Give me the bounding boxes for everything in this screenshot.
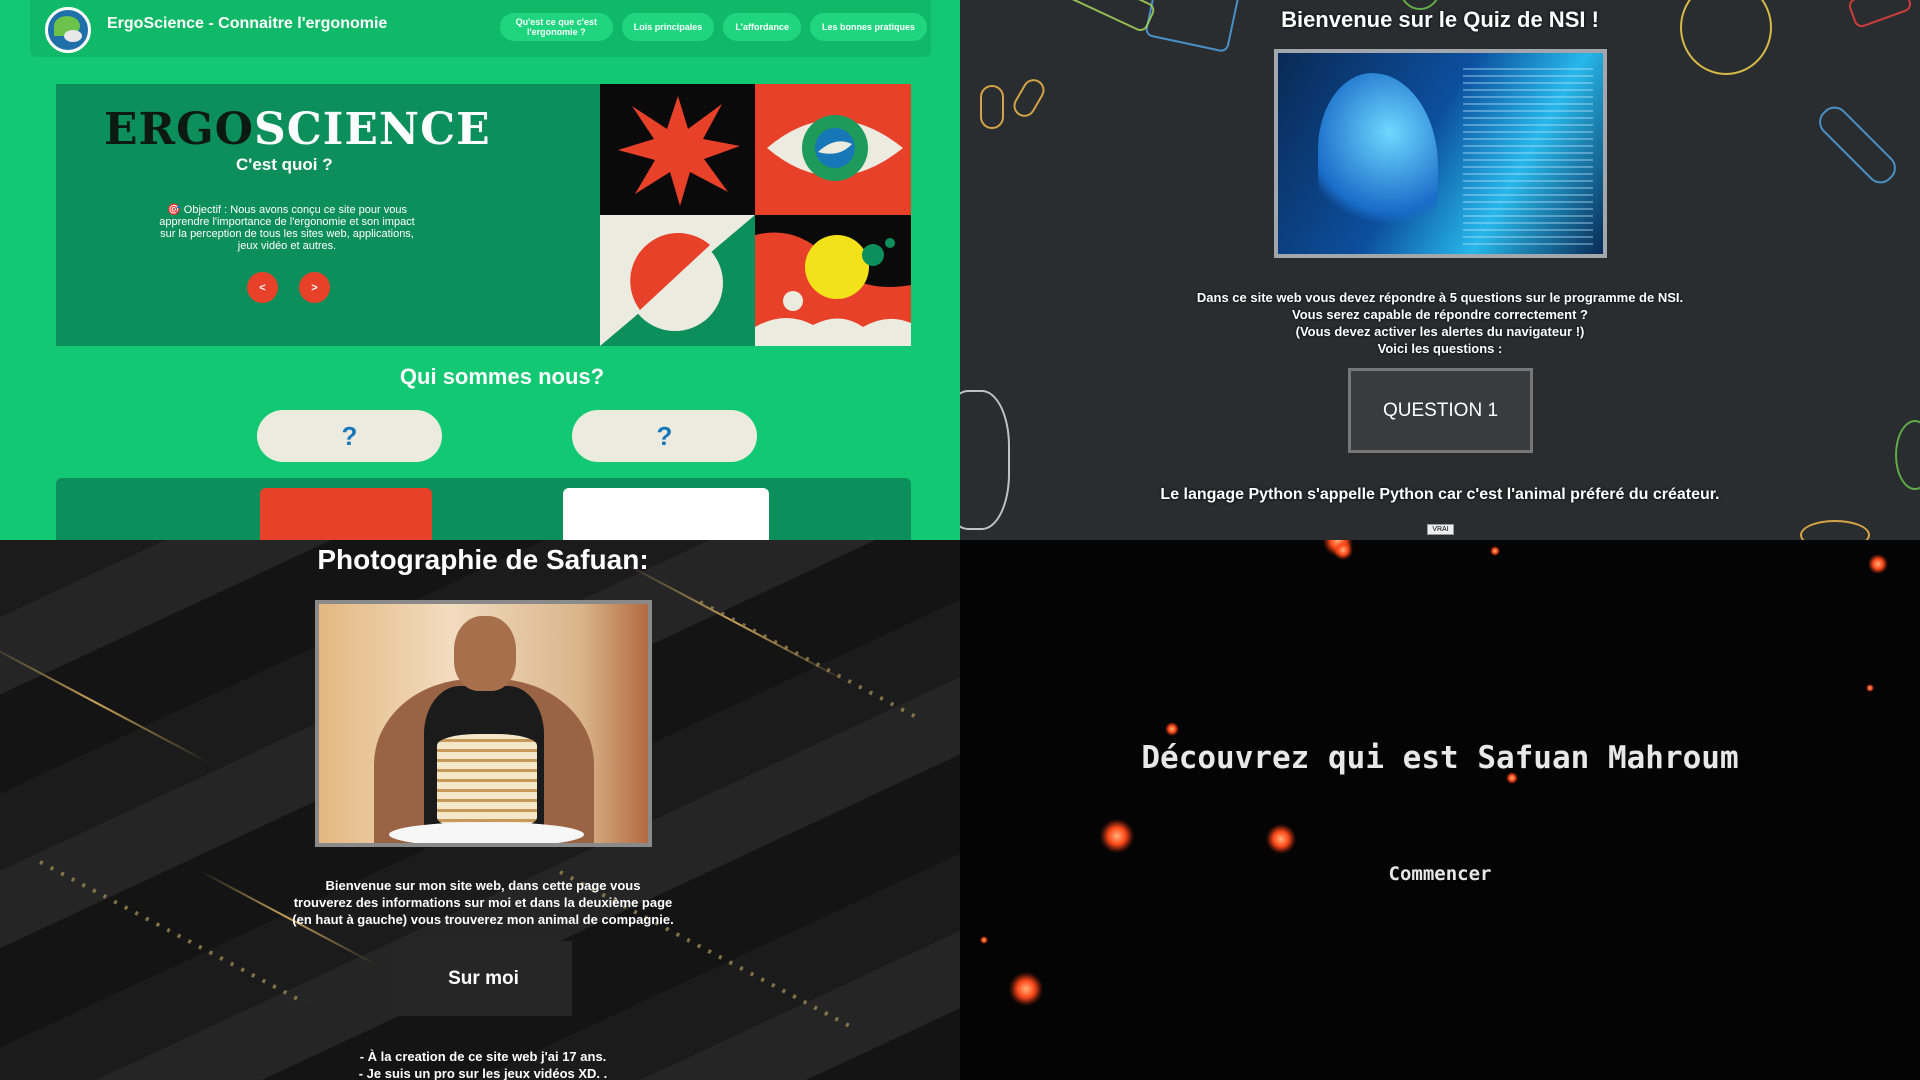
nav-link-lois[interactable]: Lois principales [621, 13, 715, 41]
site-title[interactable]: ErgoScience - Connaitre l'ergonomie [107, 15, 387, 33]
ergoscience-page: ErgoScience - Connaitre l'ergonomie Qu'e… [0, 0, 960, 540]
member-button-1[interactable]: ? [257, 410, 442, 462]
facts-list: - À la creation de ce site web j'ai 17 a… [358, 1049, 608, 1080]
nav-links: Qu'est ce que c'est l'ergonomie ? Lois p… [499, 13, 927, 41]
carousel-prev-button[interactable]: < [247, 272, 278, 303]
carousel-next-button[interactable]: > [299, 272, 330, 303]
question-text: Le langage Python s'appelle Python car c… [1160, 486, 1720, 503]
nav-link-bonnes-pratiques[interactable]: Les bonnes pratiques [809, 13, 927, 41]
hero-subtitle: C'est quoi ? [236, 155, 333, 174]
ai-face-image [1274, 49, 1607, 258]
about-me-button[interactable]: Sur moi [395, 941, 572, 1016]
member-card-1 [260, 488, 432, 540]
quiz-intro: Dans ce site web vous devez répondre à 5… [1196, 290, 1684, 356]
start-button[interactable]: Commencer [960, 863, 1920, 885]
photo-intro: Bienvenue sur mon site web, dans cette p… [292, 878, 674, 927]
hero-description: 🎯 Objectif : Nous avons conçu ce site po… [159, 204, 415, 252]
quiz-title: Bienvenue sur le Quiz de NSI ! [1281, 7, 1599, 32]
hero-carousel: ERGOSCIENCE C'est quoi ? 🎯 Objectif : No… [56, 84, 911, 346]
top-navbar: ErgoScience - Connaitre l'ergonomie Qu'e… [30, 0, 931, 57]
hero-heading: ERGOSCIENCE [104, 104, 491, 155]
discover-title: Découvrez qui est Safuan Mahroum [1141, 740, 1739, 776]
ergoscience-logo-icon[interactable] [45, 7, 91, 53]
bubbles-icon [755, 215, 911, 346]
quiz-page: Bienvenue sur le Quiz de NSI ! Dans ce s… [960, 0, 1920, 540]
discover-page: Découvrez qui est Safuan Mahroum Commenc… [960, 540, 1920, 1080]
nav-link-ergonomie[interactable]: Qu'est ce que c'est l'ergonomie ? [499, 13, 613, 41]
question-1-button[interactable]: QUESTION 1 [1348, 368, 1533, 453]
member-button-2[interactable]: ? [572, 410, 757, 462]
nav-link-affordance[interactable]: L'affordance [723, 13, 801, 41]
half-circle-icon [600, 215, 755, 346]
starburst-icon [600, 84, 755, 215]
true-button[interactable]: VRAI [1427, 524, 1454, 535]
section-title-who: Qui sommes nous? [399, 364, 605, 389]
photo-title: Photographie de Safuan: [317, 544, 649, 575]
profile-photo [315, 600, 652, 847]
hero-artwork [600, 84, 911, 346]
eye-icon [755, 84, 911, 215]
member-card-2 [563, 488, 769, 540]
team-section [56, 478, 911, 540]
photo-page: Photographie de Safuan: Bienvenue sur mo… [0, 540, 960, 1080]
